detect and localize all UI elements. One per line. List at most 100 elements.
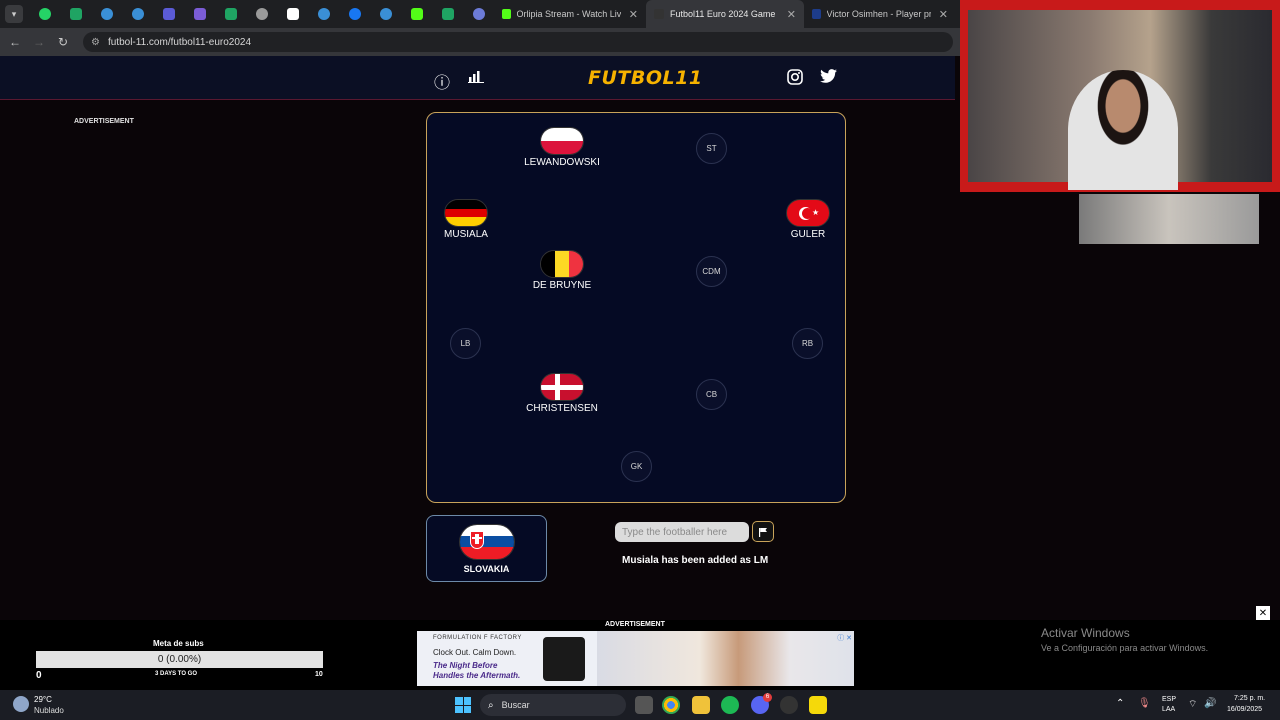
pinned-tab-tiktok[interactable] <box>277 0 308 28</box>
turkey-flag-icon: ★ <box>786 199 830 227</box>
kick-icon <box>502 9 511 19</box>
subs-goal-progress: 0 (0.00%) <box>157 654 202 665</box>
twitch-icon <box>193 8 206 20</box>
denmark-flag-icon <box>540 373 584 401</box>
address-bar: ← → ↻ ⚙ futbol-11.com/futbol11-euro2024 <box>0 28 960 56</box>
discord-badge: 6 <box>763 693 772 702</box>
ad-banner[interactable]: FORMULATION F FACTORY Clock Out. Calm Do… <box>417 631 854 686</box>
studio-icon <box>162 8 175 20</box>
info-icon[interactable]: ⓘ <box>434 69 450 93</box>
secondary-video <box>1079 194 1259 244</box>
player-lewandowski[interactable]: LEWANDOWSKI <box>507 127 617 168</box>
slot-gk[interactable]: GK <box>621 451 652 482</box>
slot-rb[interactable]: RB <box>792 328 823 359</box>
pinned-tab-edge-2[interactable] <box>122 0 153 28</box>
reload-icon[interactable]: ↻ <box>51 35 75 49</box>
futbol11-icon <box>654 9 664 19</box>
twitter-icon[interactable] <box>820 69 837 88</box>
kick-icon <box>410 8 423 20</box>
clock-date[interactable]: 16/09/2025 <box>1227 706 1262 713</box>
player-christensen[interactable]: CHRISTENSEN <box>507 373 617 414</box>
start-button[interactable] <box>455 697 471 713</box>
tab-futbol11[interactable]: Futbol11 Euro 2024 Game ✕ <box>646 0 804 28</box>
slot-lb[interactable]: LB <box>450 328 481 359</box>
ad-label-bottom: ADVERTISEMENT <box>605 621 665 628</box>
pinned-tab-kick[interactable] <box>401 0 432 28</box>
player-name: GULER <box>790 229 826 240</box>
forward-icon[interactable]: → <box>27 35 51 49</box>
futbol11-logo[interactable]: FUTBOL11 <box>588 67 703 89</box>
file-explorer-icon[interactable] <box>692 696 710 714</box>
pinned-tab-sheets-2[interactable] <box>215 0 246 28</box>
edge-icon <box>131 8 144 20</box>
close-icon[interactable]: ✕ <box>1256 606 1270 620</box>
sheets-icon <box>441 8 454 20</box>
pinned-tab-facebook[interactable] <box>339 0 370 28</box>
site-info-icon[interactable]: ⚙ <box>91 37 100 48</box>
player-guler[interactable]: ★ GULER <box>753 199 863 240</box>
pinned-tab-twitch[interactable] <box>184 0 215 28</box>
pinned-tab-edge-4[interactable] <box>370 0 401 28</box>
pinned-tab-whatsapp[interactable] <box>29 0 60 28</box>
spotify-icon[interactable] <box>721 696 739 714</box>
microphone-icon[interactable]: 🎙 <box>1138 698 1151 709</box>
tab-search-icon[interactable]: ▾ <box>5 5 23 23</box>
pinned-tab-sheets-3[interactable] <box>432 0 463 28</box>
tiktok-icon <box>286 8 299 20</box>
pinned-tab-edge-3[interactable] <box>308 0 339 28</box>
keyboard-layout[interactable]: LAA <box>1162 706 1175 713</box>
close-icon[interactable]: ✕ <box>629 8 638 21</box>
volume-icon[interactable]: 🔊 <box>1204 698 1216 709</box>
sticky-notes-icon[interactable] <box>809 696 827 714</box>
pinned-tab-sync[interactable] <box>463 0 494 28</box>
country-card: SLOVAKIA <box>426 515 547 582</box>
slot-cb[interactable]: CB <box>696 379 727 410</box>
pinned-tab-sheets[interactable] <box>60 0 91 28</box>
taskbar-search-placeholder: Buscar <box>501 700 530 710</box>
subs-goal-title: Meta de subs <box>153 639 204 648</box>
slot-cdm[interactable]: CDM <box>696 256 727 287</box>
player-musiala[interactable]: MUSIALA <box>411 199 521 240</box>
sync-icon <box>472 8 485 20</box>
tab-orlipia[interactable]: Orlipia Stream - Watch Live on ✕ <box>494 0 646 28</box>
ad-choices-icon[interactable]: ⓘ ✕ <box>837 633 852 643</box>
obs-icon[interactable] <box>780 696 798 714</box>
facebook-icon <box>348 8 361 20</box>
windows-logo-tile <box>463 697 471 705</box>
pinned-tab-openai[interactable] <box>246 0 277 28</box>
webcam-video <box>968 10 1272 190</box>
ad-tagline-1: The Night Before <box>433 661 498 670</box>
product-image <box>543 637 585 681</box>
pitch: LEWANDOWSKI MUSIALA ★ GULER DE BRUYNE CH… <box>426 112 846 503</box>
instagram-icon[interactable] <box>787 69 803 90</box>
weather-description: Nublado <box>34 706 64 715</box>
close-icon[interactable]: ✕ <box>787 8 796 21</box>
keyboard-language[interactable]: ESP <box>1162 696 1176 703</box>
pinned-tab-edge-1[interactable] <box>91 0 122 28</box>
activate-windows-subtitle: Ve a Configuración para activar Windows. <box>1041 643 1209 653</box>
pinned-tabs <box>29 0 494 28</box>
stats-icon[interactable] <box>468 69 484 86</box>
status-message: Musiala has been added as LM <box>622 555 769 566</box>
give-up-flag-button[interactable] <box>752 521 774 542</box>
chevron-up-icon[interactable]: ⌃ <box>1116 698 1124 709</box>
tab-title: Orlipia Stream - Watch Live on <box>516 9 621 19</box>
tab-osimhen[interactable]: Victor Osimhen - Player profile ✕ <box>804 0 956 28</box>
clock-time[interactable]: 7:25 p. m. <box>1234 695 1265 702</box>
close-icon[interactable]: ✕ <box>939 8 948 21</box>
weather-icon[interactable] <box>13 696 29 712</box>
chrome-icon[interactable] <box>662 696 680 714</box>
streamer-image <box>1068 70 1178 190</box>
taskbar-search[interactable]: ⌕ Buscar <box>480 694 626 716</box>
slot-st[interactable]: ST <box>696 133 727 164</box>
player-de-bruyne[interactable]: DE BRUYNE <box>507 250 617 291</box>
footballer-search-input[interactable] <box>615 522 749 542</box>
pinned-tab-studio[interactable] <box>153 0 184 28</box>
edge-icon <box>100 8 113 20</box>
back-icon[interactable]: ← <box>3 35 27 49</box>
task-view-icon[interactable] <box>635 696 653 714</box>
wifi-icon[interactable]: ⌔ <box>1188 698 1197 711</box>
subs-goal-max: 10 <box>315 671 323 678</box>
subs-goal-days: 3 DAYS TO GO <box>155 671 198 677</box>
url-field[interactable]: ⚙ futbol-11.com/futbol11-euro2024 <box>83 32 953 52</box>
